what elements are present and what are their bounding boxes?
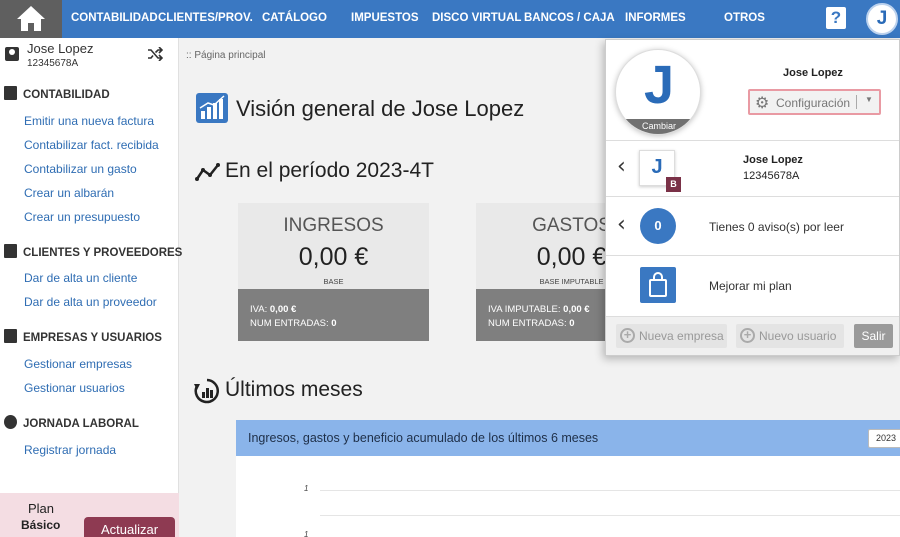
plan-name: Básico <box>21 518 61 532</box>
plan-label: Plan <box>28 501 55 516</box>
nav-clientes-prov[interactable]: CLIENTES/PROV. <box>158 0 253 38</box>
card-line1-label: IVA: <box>250 304 268 315</box>
history-icon <box>4 415 17 429</box>
sidebar-section-clientes: CLIENTES Y PROVEEDORES <box>4 244 182 259</box>
chart-gridline <box>320 490 900 491</box>
card-subtitle: BASE <box>323 277 344 286</box>
notification-count[interactable]: 0 <box>640 208 676 244</box>
divider <box>856 95 857 109</box>
plan-box: Plan Básico Actualizar <box>0 493 179 537</box>
shopping-bag-icon[interactable] <box>640 267 676 303</box>
card-title: INGRESOS <box>283 215 384 236</box>
company-nif: 12345678A <box>743 170 800 182</box>
card-line2-label: NUM ENTRADAS: <box>250 318 329 329</box>
sidebar-link-registrar-jornada[interactable]: Registrar jornada <box>24 443 116 457</box>
period-title: En el período 2023-4T <box>225 159 434 182</box>
divider <box>606 255 899 256</box>
sidebar-user-name: Jose Lopez <box>27 41 94 56</box>
chart-y-tick: 1 <box>304 530 309 537</box>
sidebar-link-alta-cliente[interactable]: Dar de alta un cliente <box>24 271 137 285</box>
plus-circle-icon: + <box>740 328 755 343</box>
top-navbar: CONTABILIDAD CLIENTES/PROV. CATÁLOGO IMP… <box>0 0 900 38</box>
card-line1-value: 0,00 € <box>269 304 297 315</box>
company-logo[interactable]: J B <box>639 150 681 192</box>
nav-bancos-caja[interactable]: BANCOS / CAJA <box>524 0 615 38</box>
help-button[interactable]: ? <box>826 7 846 29</box>
card-line1-label: IVA IMPUTABLE: <box>488 304 561 315</box>
nav-catalogo[interactable]: CATÁLOGO <box>262 0 327 38</box>
page-title: Visión general de Jose Lopez <box>236 96 525 121</box>
divider <box>606 140 899 141</box>
user-menu-dropdown: J Cambiar Jose Lopez ⚙ Configuración ▼ ‹… <box>605 39 900 356</box>
nav-contabilidad[interactable]: CONTABILIDAD <box>71 0 158 38</box>
sidebar-section-jornada: JORNADA LABORAL <box>4 415 139 430</box>
home-button[interactable] <box>0 0 62 38</box>
breadcrumb[interactable]: :: Página principal <box>186 50 266 61</box>
nav-impuestos[interactable]: IMPUESTOS <box>351 0 419 38</box>
user-menu-footer: + Nueva empresa + Nuevo usuario Salir <box>606 316 899 355</box>
sidebar-link-contabilizar-fact[interactable]: Contabilizar fact. recibida <box>24 138 159 152</box>
new-company-button[interactable]: + Nueva empresa <box>616 324 727 348</box>
chevron-left-icon[interactable]: ‹ <box>617 154 626 179</box>
chart-header: Ingresos, gastos y beneficio acumulado d… <box>236 420 900 456</box>
document-icon <box>4 86 17 100</box>
chart-panel: Ingresos, gastos y beneficio acumulado d… <box>236 420 900 537</box>
sidebar-link-contabilizar-gasto[interactable]: Contabilizar un gasto <box>24 162 137 176</box>
monthly-chart-icon <box>194 378 220 409</box>
config-label: Configuración <box>776 96 851 110</box>
update-plan-button[interactable]: Actualizar <box>84 517 175 537</box>
avatar-initial: J <box>643 55 675 115</box>
new-user-button[interactable]: + Nuevo usuario <box>736 324 844 348</box>
change-avatar-button[interactable]: Cambiar <box>616 119 700 134</box>
sidebar-user-nif: 12345678A <box>27 58 79 69</box>
notification-text[interactable]: Tienes 0 aviso(s) por leer <box>709 220 844 234</box>
briefcase-icon <box>4 329 17 343</box>
sidebar-link-gestionar-empresas[interactable]: Gestionar empresas <box>24 357 132 371</box>
sidebar-link-emitir-factura[interactable]: Emitir una nueva factura <box>24 114 154 128</box>
chart-y-tick: 1 <box>304 484 309 493</box>
upgrade-plan-link[interactable]: Mejorar mi plan <box>709 279 792 293</box>
chart-gridline <box>320 515 900 516</box>
sidebar-link-gestionar-usuarios[interactable]: Gestionar usuarios <box>24 381 125 395</box>
card-line2-label: NUM ENTRADAS: <box>488 318 567 329</box>
card-value: 0,00 € <box>298 243 369 271</box>
plus-circle-icon: + <box>620 328 635 343</box>
logout-button[interactable]: Salir <box>854 324 893 348</box>
sidebar: Jose Lopez 12345678A CONTABILIDAD Emitir… <box>0 38 182 537</box>
company-initial: J <box>651 156 663 178</box>
user-avatar[interactable]: J Cambiar <box>615 49 701 135</box>
chart-title: Ingresos, gastos y beneficio acumulado d… <box>248 431 599 445</box>
ingresos-card[interactable]: INGRESOS 0,00 € BASE IVA: 0,00 € NUM ENT… <box>238 203 429 341</box>
home-icon <box>17 6 45 31</box>
user-menu-button[interactable]: J <box>866 3 898 35</box>
sidebar-link-alta-proveedor[interactable]: Dar de alta un proveedor <box>24 295 157 309</box>
contact-icon <box>4 244 17 258</box>
chevron-left-icon[interactable]: ‹ <box>617 212 626 237</box>
card-line1-value: 0,00 € <box>563 304 590 315</box>
bar-chart-icon <box>196 93 228 128</box>
sidebar-link-crear-albaran[interactable]: Crear un albarán <box>24 186 114 200</box>
company-name: Jose Lopez <box>743 154 803 166</box>
user-card-icon <box>5 47 19 61</box>
sidebar-link-crear-presupuesto[interactable]: Crear un presupuesto <box>24 210 140 224</box>
months-title: Últimos meses <box>225 378 363 401</box>
gear-icon: ⚙ <box>755 95 770 112</box>
sidebar-section-contabilidad: CONTABILIDAD <box>4 86 110 101</box>
plan-badge: B <box>666 177 681 192</box>
caret-down-icon[interactable]: ▼ <box>865 95 873 104</box>
divider <box>606 196 899 197</box>
nav-otros[interactable]: OTROS <box>724 0 765 38</box>
year-select[interactable]: 2023 <box>868 429 900 448</box>
switch-company-icon[interactable] <box>147 46 164 64</box>
sidebar-section-empresas: EMPRESAS Y USUARIOS <box>4 329 162 344</box>
trend-line-icon <box>195 162 221 187</box>
user-menu-name: Jose Lopez <box>783 67 843 79</box>
card-line2-value: 0 <box>331 318 337 329</box>
config-button[interactable]: ⚙ Configuración ▼ <box>748 89 881 115</box>
card-line2-value: 0 <box>569 318 575 329</box>
nav-disco-virtual[interactable]: DISCO VIRTUAL <box>432 0 521 38</box>
nav-informes[interactable]: INFORMES <box>625 0 686 38</box>
